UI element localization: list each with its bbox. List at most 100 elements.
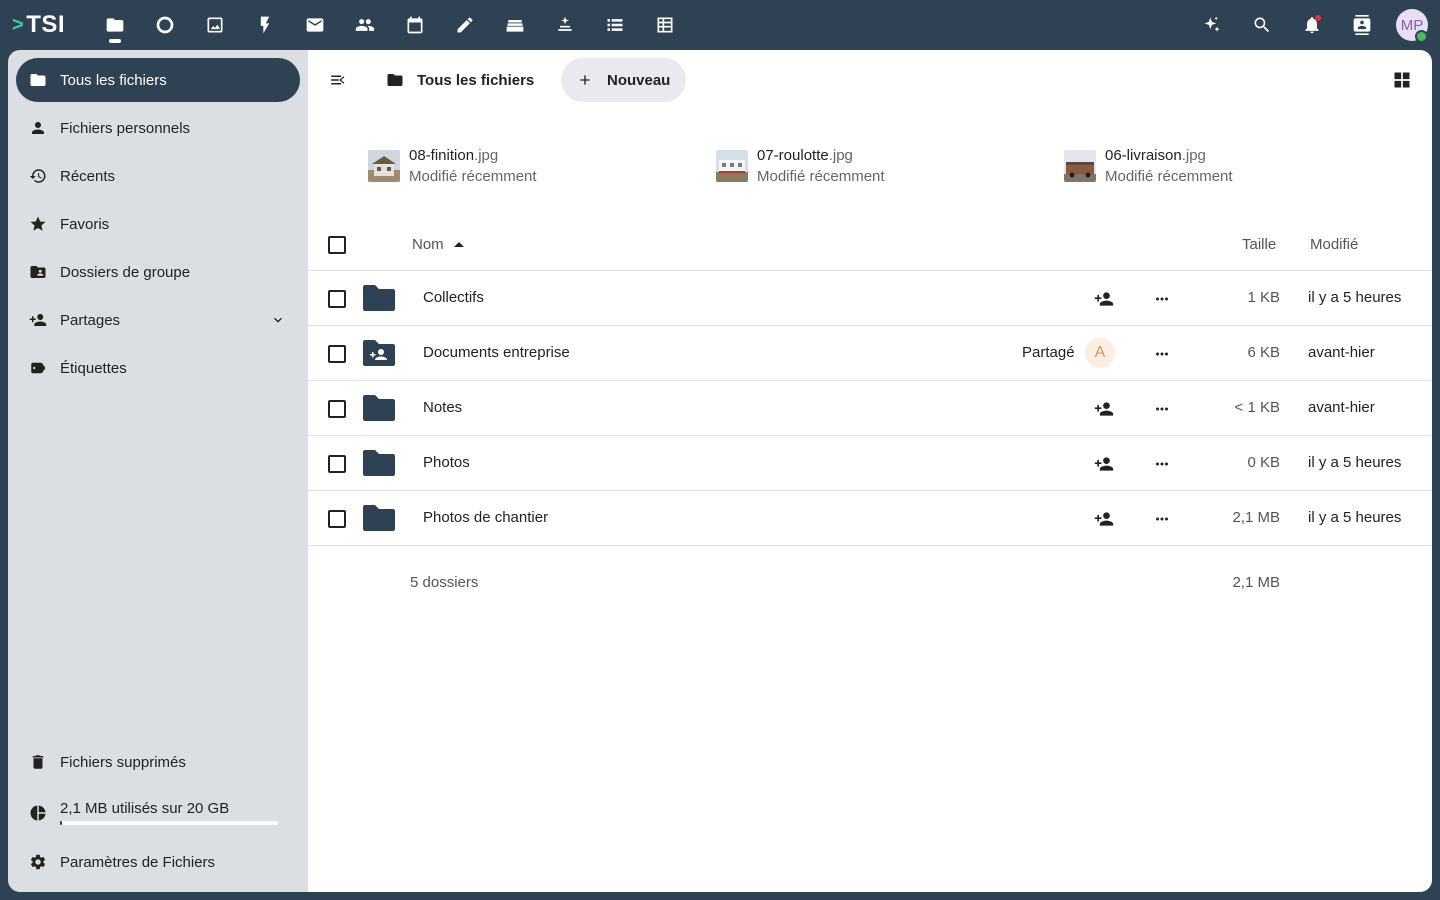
more-actions-button[interactable] <box>1146 503 1178 535</box>
file-name[interactable]: Collectifs <box>423 289 484 306</box>
row-checkbox[interactable] <box>328 455 346 473</box>
share-owner-avatar[interactable]: A <box>1085 338 1115 368</box>
toggle-sidebar-button[interactable] <box>320 62 356 98</box>
app-tasks[interactable] <box>590 0 640 50</box>
recent-file-subtitle: Modifié récemment <box>757 168 885 185</box>
recent-file[interactable]: 07-roulotte.jpg Modifié récemment <box>716 146 885 190</box>
more-actions-button[interactable] <box>1146 448 1178 480</box>
app-activity[interactable] <box>140 0 190 50</box>
column-name-label: Nom <box>412 236 444 253</box>
file-name[interactable]: Notes <box>423 399 462 416</box>
sidebar-item-tags[interactable]: Étiquettes <box>16 346 300 390</box>
storage-quota[interactable]: 2,1 MB utilisés sur 20 GB <box>16 788 300 838</box>
more-horizontal-icon <box>1156 407 1168 411</box>
search-button[interactable] <box>1237 0 1287 50</box>
new-button-label: Nouveau <box>607 71 671 89</box>
table-summary: 5 dossiers 2,1 MB <box>308 560 1432 610</box>
sidebar-item-trash[interactable]: Fichiers supprimés <box>16 740 300 784</box>
file-size: 6 KB <box>1247 344 1280 361</box>
recent-file[interactable]: 06-livraison.jpg Modifié récemment <box>1064 146 1233 190</box>
tables-icon <box>657 17 673 33</box>
app-files[interactable] <box>90 0 140 50</box>
column-header-modified[interactable]: Modifié <box>1310 236 1358 253</box>
grid-view-button[interactable] <box>1384 62 1420 98</box>
folder-icon <box>387 74 403 86</box>
file-name[interactable]: Documents entreprise <box>423 344 570 361</box>
app-notes[interactable] <box>440 0 490 50</box>
logo-text: TSI <box>26 11 66 38</box>
share-button[interactable] <box>1088 393 1120 425</box>
file-size: 1 KB <box>1247 289 1280 306</box>
sidebar-item-favorites[interactable]: Favoris <box>16 202 300 246</box>
app-flash[interactable] <box>240 0 290 50</box>
user-menu[interactable]: MP <box>1387 0 1437 50</box>
table-row[interactable]: Photos de chantier 2,1 MB il y a 5 heure… <box>308 491 1432 546</box>
table-row[interactable]: Documents entreprise Partagé A 6 KB avan… <box>308 326 1432 381</box>
row-checkbox[interactable] <box>328 290 346 308</box>
expand-button[interactable] <box>270 312 286 328</box>
row-checkbox[interactable] <box>328 510 346 528</box>
app-deck[interactable] <box>490 0 540 50</box>
select-all-checkbox[interactable] <box>328 236 346 254</box>
sidebar-item-recent[interactable]: Récents <box>16 154 300 198</box>
sidebar-item-label: Récents <box>60 167 116 185</box>
tasks-icon <box>607 19 623 31</box>
breadcrumb[interactable]: Tous les fichiers <box>386 58 534 102</box>
file-name[interactable]: Photos <box>423 454 470 471</box>
deck-icon <box>506 20 524 32</box>
app-mail[interactable] <box>290 0 340 50</box>
chevron-down-icon <box>274 317 282 323</box>
folder-icon <box>362 284 396 312</box>
share-button[interactable] <box>1088 503 1120 535</box>
plus-icon <box>580 75 590 85</box>
star-icon <box>30 216 46 231</box>
pie-chart-icon <box>30 805 46 821</box>
share-button[interactable] <box>1088 283 1120 315</box>
main-content: Tous les fichiers Nouveau 08-finition.jp… <box>308 50 1432 892</box>
notifications-button[interactable] <box>1287 0 1337 50</box>
tag-icon <box>31 362 46 374</box>
notes-icon <box>457 17 473 33</box>
assistant-button[interactable] <box>1187 0 1237 50</box>
top-bar: > TSI MP <box>0 0 1440 50</box>
table-row[interactable]: Collectifs 1 KB il y a 5 heures <box>308 271 1432 326</box>
table-row[interactable]: Photos 0 KB il y a 5 heures <box>308 436 1432 491</box>
more-horizontal-icon <box>1156 462 1168 466</box>
recent-file-name: 07-roulotte <box>757 147 829 164</box>
file-name[interactable]: Photos de chantier <box>423 509 548 526</box>
row-checkbox[interactable] <box>328 345 346 363</box>
more-actions-button[interactable] <box>1146 338 1178 370</box>
file-modified: avant-hier <box>1308 399 1375 416</box>
new-button[interactable]: Nouveau <box>561 58 687 102</box>
shared-label[interactable]: Partagé <box>1022 344 1075 361</box>
contacts-menu-button[interactable] <box>1337 0 1387 50</box>
app-assistant[interactable] <box>540 0 590 50</box>
app-tables[interactable] <box>640 0 690 50</box>
app-photos[interactable] <box>190 0 240 50</box>
share-button[interactable] <box>1088 448 1120 480</box>
folder-icon <box>362 504 396 532</box>
file-size: 2,1 MB <box>1232 509 1280 526</box>
more-actions-button[interactable] <box>1146 283 1178 315</box>
app-calendar[interactable] <box>390 0 440 50</box>
settings-label: Paramètres de Fichiers <box>60 853 216 871</box>
sidebar-item-personal-files[interactable]: Fichiers personnels <box>16 106 300 150</box>
logo[interactable]: > TSI <box>12 11 65 39</box>
sidebar-item-all-files[interactable]: Tous les fichiers <box>16 58 300 102</box>
sidebar-item-shares[interactable]: Partages <box>16 298 300 342</box>
sidebar-item-settings[interactable]: Paramètres de Fichiers <box>16 840 300 884</box>
column-header-name[interactable]: Nom <box>412 236 464 253</box>
row-checkbox[interactable] <box>328 400 346 418</box>
sidebar-item-group-folders[interactable]: Dossiers de groupe <box>16 250 300 294</box>
file-thumbnail <box>368 150 400 182</box>
more-actions-button[interactable] <box>1146 393 1178 425</box>
recent-file-subtitle: Modifié récemment <box>1105 168 1233 185</box>
app-contacts[interactable] <box>340 0 390 50</box>
recent-file[interactable]: 08-finition.jpg Modifié récemment <box>368 146 537 190</box>
file-thumbnail <box>716 150 748 182</box>
add-user-icon <box>1094 292 1114 306</box>
activity-icon <box>156 16 174 34</box>
quota-bar-fill <box>60 821 63 825</box>
table-row[interactable]: Notes < 1 KB avant-hier <box>308 381 1432 436</box>
column-header-size[interactable]: Taille <box>1242 236 1276 253</box>
